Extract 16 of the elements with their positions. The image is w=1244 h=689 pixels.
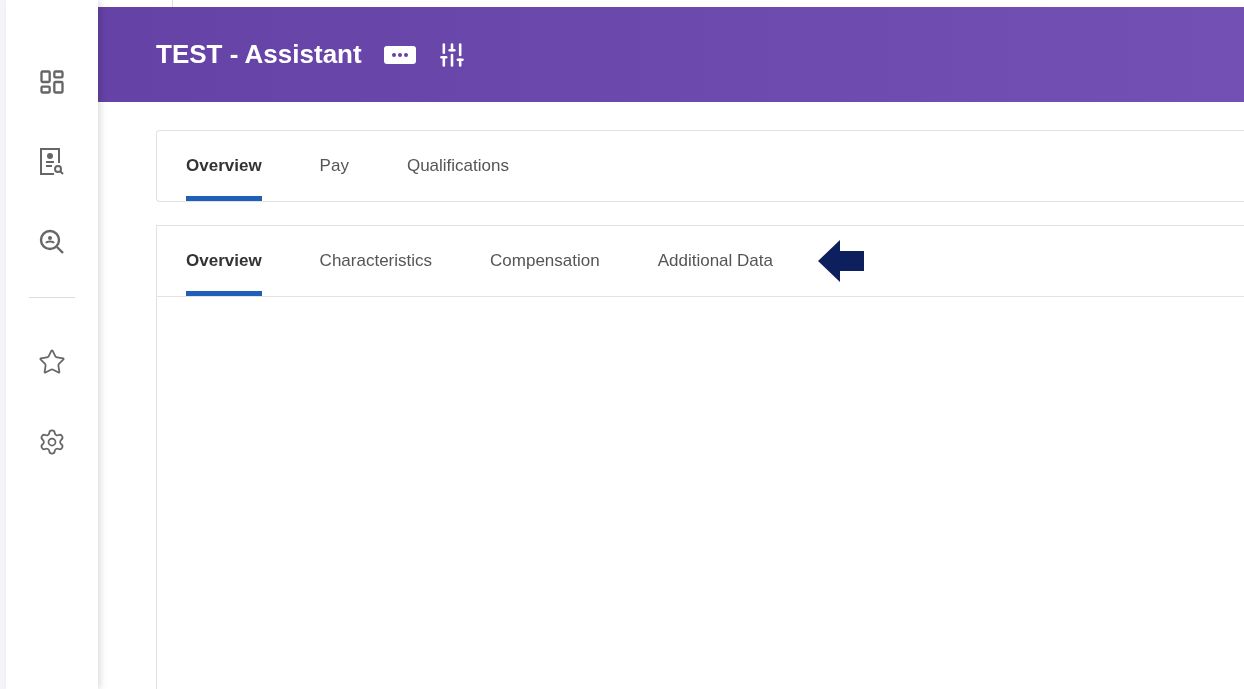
- tab[interactable]: Qualifications: [406, 131, 509, 201]
- page-title: TEST - Assistant: [156, 39, 362, 70]
- subtab[interactable]: Compensation: [490, 226, 600, 296]
- tab[interactable]: Pay: [319, 131, 349, 201]
- dashboard-icon[interactable]: [38, 68, 66, 96]
- sliders-icon[interactable]: [437, 40, 466, 69]
- person-search-icon[interactable]: [38, 228, 66, 256]
- subtab[interactable]: Characteristics: [319, 226, 433, 296]
- subtab[interactable]: Additional Data: [657, 226, 773, 296]
- star-icon[interactable]: [38, 348, 66, 376]
- more-icon[interactable]: [383, 45, 416, 64]
- arrow-icon: [818, 240, 864, 282]
- subtab[interactable]: Overview: [186, 226, 262, 296]
- settings-icon[interactable]: [38, 428, 66, 456]
- tab[interactable]: Overview: [186, 131, 262, 201]
- profile-search-icon[interactable]: [39, 147, 65, 177]
